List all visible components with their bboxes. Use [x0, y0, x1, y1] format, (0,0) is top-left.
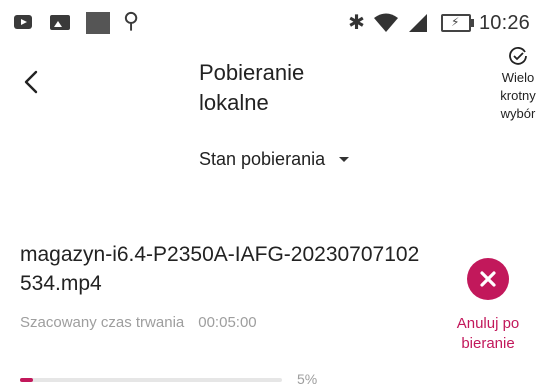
status-bar-right: ✱ ⚡ 10:26 [348, 8, 530, 38]
signal-icon [408, 14, 427, 32]
duration-value: 00:05:00 [198, 314, 257, 331]
multi-select-label: Wielo krotny wybór [500, 70, 536, 121]
bluetooth-icon: ✱ [348, 12, 365, 34]
download-progress-bar [20, 378, 282, 382]
duration-label: Szacowany czas trwania [20, 314, 185, 331]
chevron-left-icon [24, 70, 38, 94]
status-bar: ⚲ ✱ ⚡ 10:26 [0, 0, 538, 46]
filter-label: Stan pobierania [199, 148, 326, 169]
page-title: Pobieranie lokalne [199, 60, 305, 115]
cancel-circle [467, 258, 509, 300]
wifi-icon [373, 13, 398, 32]
download-filename: magazyn-i6.4-P2350A-IAFG-20230707102534.… [20, 243, 420, 295]
cancel-download-button[interactable]: Anuluj po bieranie [440, 258, 536, 358]
check-circle-icon [509, 47, 527, 65]
download-progress-text: 5% [297, 371, 318, 387]
image-icon [50, 15, 70, 30]
battery-icon: ⚡ [440, 14, 474, 32]
clock: 10:26 [478, 11, 530, 34]
usb-icon: ⚲ [123, 8, 140, 33]
close-icon [480, 271, 496, 287]
back-button[interactable] [14, 62, 54, 102]
youtube-icon [14, 15, 32, 29]
download-meta: Szacowany czas trwania 00:05:00 [20, 314, 257, 331]
download-status-filter[interactable]: Stan pobierania [199, 146, 350, 172]
screen: ⚲ ✱ ⚡ 10:26 Pobieranie lokalne Wielo kro… [0, 0, 538, 388]
multi-select-button[interactable]: Wielo krotny wybór [498, 46, 538, 124]
caret-down-icon [339, 156, 350, 162]
cancel-download-label: Anuluj po bieranie [456, 315, 520, 352]
app-icon [86, 12, 110, 34]
download-progress-fill [20, 378, 34, 382]
